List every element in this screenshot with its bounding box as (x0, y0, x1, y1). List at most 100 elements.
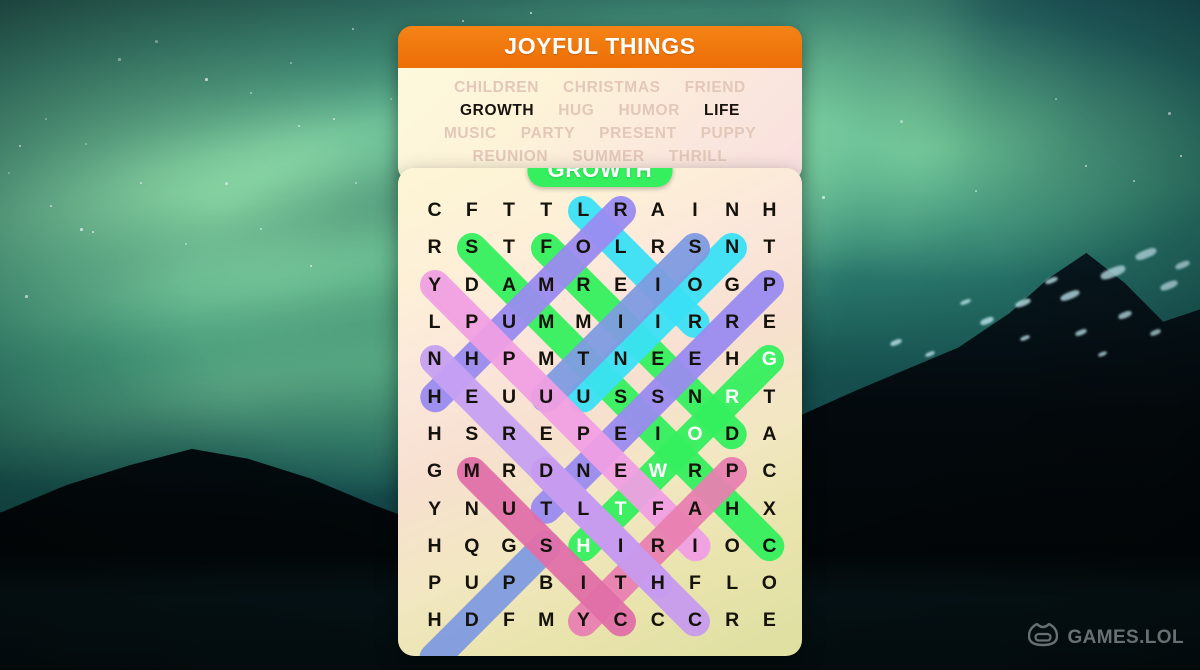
grid-cell[interactable]: I (604, 529, 638, 563)
grid-cell[interactable]: F (492, 604, 526, 638)
grid-cell[interactable]: R (492, 455, 526, 489)
grid-cell[interactable]: A (492, 268, 526, 302)
grid-cell[interactable]: N (604, 343, 638, 377)
grid-cell[interactable]: L (566, 492, 600, 526)
grid-cell[interactable]: I (641, 306, 675, 340)
grid-cell[interactable]: T (752, 231, 786, 265)
grid-cell[interactable]: C (604, 604, 638, 638)
grid-cell[interactable]: H (418, 529, 452, 563)
grid-cell[interactable]: H (566, 529, 600, 563)
grid-cell[interactable]: P (418, 567, 452, 601)
grid-cell[interactable]: R (566, 268, 600, 302)
grid-cell[interactable]: C (752, 529, 786, 563)
grid-cell[interactable]: E (604, 455, 638, 489)
grid-cell[interactable]: H (418, 417, 452, 451)
grid-cell[interactable]: U (529, 380, 563, 414)
grid-cell[interactable]: S (455, 231, 489, 265)
grid-cell[interactable]: H (455, 343, 489, 377)
grid-cell[interactable]: E (678, 343, 712, 377)
grid-cell[interactable]: H (715, 343, 749, 377)
grid-cell[interactable]: M (529, 268, 563, 302)
grid-cell[interactable]: N (566, 455, 600, 489)
grid-cell[interactable]: R (678, 306, 712, 340)
grid-cell[interactable]: T (752, 380, 786, 414)
grid-cell[interactable]: R (678, 455, 712, 489)
grid-cell[interactable]: F (455, 194, 489, 228)
grid-cell[interactable]: R (492, 417, 526, 451)
grid-cell[interactable]: S (455, 417, 489, 451)
grid-cell[interactable]: T (492, 194, 526, 228)
grid-cell[interactable]: I (678, 529, 712, 563)
grid-cell[interactable]: G (752, 343, 786, 377)
grid-cell[interactable]: R (604, 194, 638, 228)
grid-cell[interactable]: C (641, 604, 675, 638)
grid-cell[interactable]: T (604, 492, 638, 526)
grid-cell[interactable]: O (752, 567, 786, 601)
grid-cell[interactable]: G (492, 529, 526, 563)
grid-cell[interactable]: D (455, 268, 489, 302)
grid-cell[interactable]: D (529, 455, 563, 489)
grid-cell[interactable]: U (492, 306, 526, 340)
grid-cell[interactable]: X (752, 492, 786, 526)
grid-cell[interactable]: N (455, 492, 489, 526)
grid-cell[interactable]: M (529, 343, 563, 377)
grid-cell[interactable]: L (715, 567, 749, 601)
grid-cell[interactable]: L (566, 194, 600, 228)
grid-cell[interactable]: U (566, 380, 600, 414)
grid-cell[interactable]: I (641, 268, 675, 302)
grid-cell[interactable]: S (678, 231, 712, 265)
grid-cell[interactable]: F (678, 567, 712, 601)
grid-cell[interactable]: Y (566, 604, 600, 638)
grid-cell[interactable]: D (455, 604, 489, 638)
grid-cell[interactable]: E (752, 604, 786, 638)
grid-cell[interactable]: O (678, 268, 712, 302)
grid-cell[interactable]: B (529, 567, 563, 601)
grid-cell[interactable]: M (455, 455, 489, 489)
grid-cell[interactable]: H (641, 567, 675, 601)
grid-cell[interactable]: C (418, 194, 452, 228)
grid-cell[interactable]: O (566, 231, 600, 265)
grid-cell[interactable]: G (715, 268, 749, 302)
grid-cell[interactable]: R (641, 231, 675, 265)
grid-cell[interactable]: C (752, 455, 786, 489)
grid-cell[interactable]: T (492, 231, 526, 265)
grid-cell[interactable]: A (752, 417, 786, 451)
grid-cell[interactable]: P (715, 455, 749, 489)
grid-cell[interactable]: P (492, 343, 526, 377)
grid-cell[interactable]: P (566, 417, 600, 451)
grid-cell[interactable]: H (418, 380, 452, 414)
grid-cell[interactable]: E (752, 306, 786, 340)
grid-cell[interactable]: M (529, 306, 563, 340)
grid-cell[interactable]: F (641, 492, 675, 526)
grid-cell[interactable]: U (492, 492, 526, 526)
grid-cell[interactable]: E (641, 343, 675, 377)
grid-cell[interactable]: T (566, 343, 600, 377)
grid-cell[interactable]: G (418, 455, 452, 489)
grid-cell[interactable]: N (715, 194, 749, 228)
grid-cell[interactable]: R (715, 604, 749, 638)
grid-cell[interactable]: P (752, 268, 786, 302)
grid-cell[interactable]: Y (418, 492, 452, 526)
grid-cell[interactable]: A (678, 492, 712, 526)
grid-stage[interactable]: CFTTLRAINHRSTFOLRSNTYDAMREIOGPLPUMMIIRRE… (398, 168, 802, 656)
grid-cell[interactable]: M (566, 306, 600, 340)
grid-cell[interactable]: P (455, 306, 489, 340)
grid-cell[interactable]: P (492, 567, 526, 601)
grid-cell[interactable]: Y (418, 268, 452, 302)
grid-cell[interactable]: T (529, 194, 563, 228)
grid-cell[interactable]: I (678, 194, 712, 228)
grid-cell[interactable]: R (715, 380, 749, 414)
word-search-grid-panel[interactable]: GROWTH CFTTLRAINHRSTFOLRSNTYDAMREIOGPLPU… (398, 168, 802, 656)
grid-cell[interactable]: I (566, 567, 600, 601)
grid-cell[interactable]: L (418, 306, 452, 340)
grid-cell[interactable]: M (529, 604, 563, 638)
grid-cell[interactable]: L (604, 231, 638, 265)
grid-cell[interactable]: H (418, 604, 452, 638)
grid-cell[interactable]: F (529, 231, 563, 265)
grid-cell[interactable]: N (715, 231, 749, 265)
grid-cell[interactable]: S (604, 380, 638, 414)
grid-cell[interactable]: U (492, 380, 526, 414)
grid-cell[interactable]: E (604, 417, 638, 451)
grid-cell[interactable]: S (529, 529, 563, 563)
grid-cell[interactable]: E (604, 268, 638, 302)
